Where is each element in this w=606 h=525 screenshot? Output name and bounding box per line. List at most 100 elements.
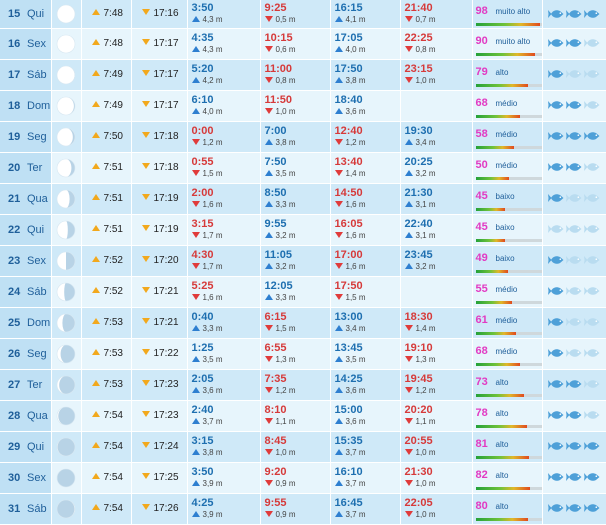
low-tide-time: 19:10 [404,342,433,354]
coefficient-bar-fill [475,270,508,273]
sunrise-icon [91,101,100,107]
tide-height: 1,7 m [191,262,260,272]
weekday: Qui [27,223,45,236]
sunrise-cell: 7:51 [81,214,132,246]
coefficient-bar-fill [475,208,506,211]
moon-phase-icon [56,4,76,24]
high-tide-time: 7:00 [264,125,287,137]
moon-cell [51,121,82,153]
arrow-up-icon [334,480,343,486]
sunrise-time: 7:53 [103,317,123,328]
fish-icon [547,380,563,389]
fish-icon [583,442,599,451]
tide-height-value: 3,6 m [345,417,366,426]
fishing-activity-cell [542,245,606,277]
coefficient-value: 98 [475,5,488,18]
day-cell: 16 Sex [0,28,52,60]
arrow-up-icon [334,46,343,52]
tide-height: 3,4 m [404,138,472,148]
moon-phase-icon [56,189,76,208]
high-tide-time: 17:50 [334,63,363,75]
coefficient-cell: 61 médio [472,307,543,339]
day-number: 16 [8,37,21,50]
arrow-down-icon [404,16,413,23]
sunset-icon [141,473,150,479]
fish-icon [547,101,563,110]
tide-height-value: 1,6 m [202,200,223,209]
sunrise-icon [91,287,100,293]
tide-height-value: 1,0 m [415,76,436,85]
sunset-cell: 17:23 [131,369,188,401]
low-tide-time: 13:40 [334,156,363,168]
tide-height-value: 1,0 m [415,510,436,519]
arrow-up-icon [191,108,200,114]
tide-height-value: 4,0 m [345,45,366,54]
tide-cell: 6:10 4,0 m [187,90,261,122]
tide-cell: 2:05 3,6 m [187,369,261,401]
tide-cell: 4:25 3,9 m [187,493,261,525]
moon-phase-icon [56,65,76,84]
tide-height: 3,3 m [264,293,330,303]
tide-height: 3,8 m [264,138,330,148]
low-tide-time: 9:55 [264,497,287,509]
table-row: 23 Sex 7:52 17:20 4:30 1,7 m 11:05 3,2 m 17:00 1,… [0,245,606,277]
sunrise-time: 7:53 [103,348,123,359]
coefficient-value: 73 [475,376,488,388]
coefficient-cell: 82 alto [472,462,543,494]
day-number: 27 [8,378,21,391]
tide-height: 1,6 m [334,200,400,210]
arrow-up-icon [404,139,413,145]
tide-height: 3,5 m [264,169,330,179]
tide-height: 3,2 m [264,231,330,241]
weekday: Qui [27,440,45,453]
arrow-up-icon [191,325,200,331]
coefficient-bar-fill [475,239,506,242]
coefficient-value: 68 [475,345,488,357]
fish-icon [547,504,563,513]
moon-phase-icon [56,375,76,394]
day-number: 30 [8,471,21,484]
arrow-up-icon [191,46,200,52]
sunrise-cell: 7:52 [81,276,132,308]
moon-cell [51,152,82,184]
tide-height: 1,5 m [264,324,330,334]
fish-icon [547,132,563,141]
sunset-cell: 17:21 [131,276,188,308]
tide-cell: 22:25 0,8 m [400,28,473,60]
fishing-activity-cell [542,152,606,184]
moon-cell [51,276,82,308]
table-row: 22 Qui 7:51 17:19 3:15 1,7 m 9:55 3,2 m 16:05 1,6… [0,214,606,246]
coefficient-bar [475,332,541,335]
coefficient-label: baixo [495,223,515,232]
low-tide-time: 23:15 [404,63,433,75]
arrow-down-icon [404,418,413,424]
sunset-cell: 17:26 [131,493,188,525]
sunrise-icon [91,9,100,16]
fish-icon [583,349,599,358]
tide-height: 1,6 m [334,262,400,272]
tide-cell: 21:30 3,1 m [400,183,473,215]
moon-cell [51,0,82,29]
coefficient-cell: 58 médio [472,121,543,153]
sunset-time: 17:17 [153,38,179,49]
coefficient-value: 78 [475,407,488,419]
low-tide-time: 6:55 [264,342,287,354]
coefficient-bar [475,456,541,459]
weekday: Sáb [27,285,47,298]
coefficient-value: 49 [475,252,488,264]
tide-cell: 3:15 1,7 m [187,214,261,246]
day-number: 29 [8,440,21,453]
tide-height: 3,2 m [264,262,330,272]
coefficient-label: muito alto [495,7,531,17]
arrow-down-icon [264,449,273,455]
tide-height: 0,8 m [264,76,330,86]
coefficient-bar [475,23,541,27]
fishing-activity-cell [542,276,606,308]
sunrise-icon [91,380,100,386]
high-tide-time: 3:50 [191,466,214,478]
moon-phase-icon [56,406,76,425]
high-tide-time: 14:25 [334,373,363,385]
tide-cell: 21:40 0,7 m [400,0,473,29]
sunrise-icon [91,411,100,417]
arrow-down-icon [264,16,273,23]
